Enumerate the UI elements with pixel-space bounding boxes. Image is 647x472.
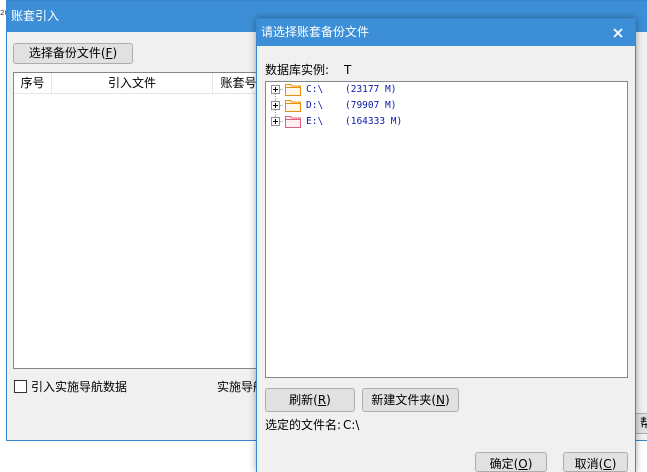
folder-icon: [285, 100, 301, 112]
accelerator-key: F: [105, 46, 113, 60]
import-nav-data-checkbox[interactable]: [14, 380, 27, 393]
accelerator-key: C: [603, 457, 612, 471]
selected-file-label: 选定的文件名:: [265, 418, 342, 432]
column-header-import-file[interactable]: 引入文件: [52, 73, 213, 93]
import-nav-data-label[interactable]: 引入实施导航数据: [31, 380, 127, 394]
dialog-close-button[interactable]: [601, 19, 635, 46]
tree-item-drive[interactable]: D:\ (79907 M): [266, 98, 627, 114]
dialog-title: 请选择账套备份文件: [261, 25, 370, 39]
drive-name: C:\: [306, 84, 324, 95]
column-header-index[interactable]: 序号: [14, 73, 52, 93]
tree-item-drive[interactable]: C:\ (23177 M): [266, 82, 627, 98]
tree-item-drive[interactable]: E:\ (164333 M): [266, 114, 627, 130]
folder-icon: [285, 84, 301, 96]
cancel-button[interactable]: 取消(C): [563, 452, 628, 472]
dialog-title-bar[interactable]: 请选择账套备份文件: [257, 19, 635, 46]
select-backup-dialog: 请选择账套备份文件 数据库实例: T C:\ (23177 M) D:\ (79…: [256, 18, 636, 472]
accelerator-key: N: [436, 393, 445, 407]
drive-name: D:\: [306, 100, 324, 111]
new-folder-button[interactable]: 新建文件夹(N): [362, 388, 459, 412]
accelerator-key: R: [317, 393, 327, 407]
drive-name: E:\: [306, 116, 324, 127]
drive-size: (23177 M): [345, 84, 397, 95]
db-instance-label: 数据库实例:: [265, 63, 330, 77]
db-instance-value: T: [344, 63, 352, 77]
main-window-title: 账套引入: [11, 9, 60, 23]
close-icon: [613, 27, 623, 38]
ok-button[interactable]: 确定(O): [475, 452, 547, 472]
select-backup-file-button[interactable]: 选择备份文件(F): [13, 43, 133, 64]
accelerator-key: O: [518, 457, 528, 471]
selected-file-value: C:\: [343, 418, 360, 432]
drive-size: (164333 M): [345, 116, 403, 127]
folder-icon: [285, 116, 301, 128]
folder-tree[interactable]: C:\ (23177 M) D:\ (79907 M) E:\ (164333 …: [265, 81, 628, 378]
drive-size: (79907 M): [345, 100, 397, 111]
refresh-button[interactable]: 刷新(R): [265, 388, 355, 412]
